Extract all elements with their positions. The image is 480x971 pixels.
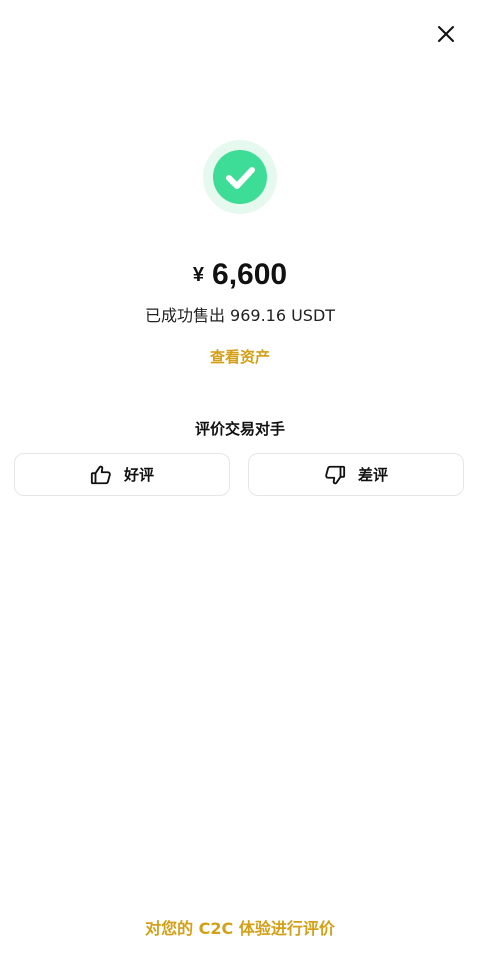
view-assets-container: 查看资产	[0, 346, 480, 368]
footer-container: 对您的 C2C 体验进行评价	[0, 917, 480, 941]
rate-experience-link[interactable]: 对您的 C2C 体验进行评价	[145, 919, 335, 938]
good-review-button[interactable]: 好评	[14, 453, 230, 496]
view-assets-link[interactable]: 查看资产	[210, 348, 270, 366]
thumbs-down-icon	[324, 464, 346, 486]
success-status-icon	[203, 140, 277, 214]
sold-summary-text: 已成功售出 969.16 USDT	[144, 306, 336, 325]
amount-value: 6,600	[212, 258, 288, 291]
rate-counterparty-title: 评价交易对手	[194, 420, 285, 438]
check-circle-icon	[203, 140, 277, 214]
good-review-label: 好评	[123, 466, 154, 484]
close-button[interactable]	[432, 20, 460, 48]
fiat-amount: ¥6,600	[0, 255, 480, 298]
close-icon	[438, 26, 454, 42]
bad-review-label: 差评	[357, 466, 388, 484]
thumbs-up-icon	[90, 464, 112, 486]
bad-review-button[interactable]: 差评	[248, 453, 464, 496]
currency-symbol: ¥	[192, 264, 205, 286]
